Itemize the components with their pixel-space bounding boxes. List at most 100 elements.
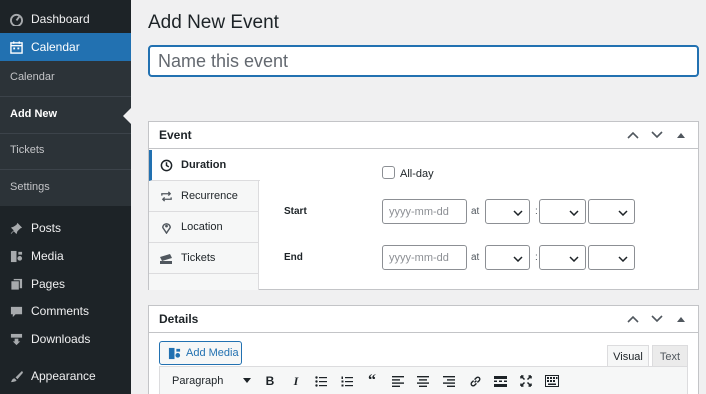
sidebar-item-label: Appearance [31, 369, 96, 383]
tab-duration[interactable]: Duration [149, 150, 260, 181]
clock-icon [159, 158, 173, 172]
page-title: Add New Event [148, 12, 279, 33]
tickets-icon [159, 251, 173, 265]
sidebar-item-media[interactable]: Media [0, 244, 131, 268]
format-select-value: Paragraph [172, 375, 224, 387]
event-meta-box: Event Duration Recurrence Location Ticke… [148, 121, 699, 290]
tab-label: Recurrence [181, 190, 238, 202]
move-down-icon[interactable] [650, 128, 664, 142]
allday-checkbox[interactable] [382, 166, 395, 179]
sidebar-item-label: Media [31, 249, 64, 263]
event-title-input[interactable] [148, 45, 699, 77]
blockquote-icon[interactable]: “ [363, 372, 381, 389]
sidebar-item-label: Downloads [31, 332, 91, 346]
read-more-icon[interactable] [491, 373, 509, 389]
align-center-icon[interactable] [414, 373, 432, 389]
italic-icon[interactable]: I [287, 373, 305, 389]
editor-toolbar: Paragraph B I “ [159, 366, 688, 394]
numbered-list-icon[interactable] [338, 373, 356, 389]
current-page-pointer [123, 108, 131, 124]
link-icon[interactable] [466, 373, 484, 389]
submenu-item-settings[interactable]: Settings [10, 181, 50, 193]
start-at-label: at [471, 206, 480, 217]
download-icon [9, 332, 23, 346]
move-up-icon[interactable] [626, 312, 640, 326]
submenu-item-add-new[interactable]: Add New [10, 108, 57, 120]
sidebar-item-calendar[interactable]: Calendar [0, 33, 131, 61]
start-label: Start [284, 206, 307, 217]
fullscreen-icon[interactable] [517, 373, 535, 389]
submenu-divider [0, 169, 131, 170]
start-colon: : [535, 206, 538, 217]
chevron-down-icon [513, 250, 523, 265]
tab-location[interactable]: Location [149, 212, 259, 243]
sidebar-item-dashboard[interactable]: Dashboard [0, 6, 131, 32]
media-icon [167, 346, 181, 360]
sidebar-item-posts[interactable]: Posts [0, 216, 131, 240]
tab-recurrence[interactable]: Recurrence [149, 181, 259, 212]
move-up-icon[interactable] [626, 128, 640, 142]
calendar-icon [9, 40, 23, 54]
toolbar-toggle-icon[interactable] [543, 373, 561, 389]
bulleted-list-icon[interactable] [312, 373, 330, 389]
end-hour-select[interactable] [485, 245, 530, 270]
allday-label: All-day [400, 168, 434, 180]
format-select[interactable]: Paragraph [163, 371, 255, 391]
sidebar-item-label: Calendar [31, 40, 80, 54]
sidebar-item-comments[interactable]: Comments [0, 299, 131, 323]
end-at-label: at [471, 252, 480, 263]
sidebar-item-label: Comments [31, 304, 90, 318]
details-box-title: Details [159, 312, 199, 326]
repeat-icon [159, 189, 173, 203]
chevron-down-icon [569, 204, 579, 219]
start-hour-select[interactable] [485, 199, 530, 224]
start-minute-select[interactable] [539, 199, 586, 224]
move-down-icon[interactable] [650, 312, 664, 326]
chevron-down-icon [618, 204, 628, 219]
end-colon: : [535, 252, 538, 263]
chevron-down-icon [618, 250, 628, 265]
box-controls [626, 312, 688, 326]
details-box-header: Details [149, 306, 698, 333]
end-date-input[interactable] [382, 245, 467, 270]
end-label: End [284, 252, 303, 263]
collapse-toggle-icon[interactable] [674, 128, 688, 142]
event-box-header: Event [149, 122, 698, 149]
pushpin-icon [9, 221, 23, 235]
paintbrush-icon [9, 369, 23, 383]
submenu-divider [0, 133, 131, 134]
sidebar-item-downloads[interactable]: Downloads [0, 327, 131, 351]
dashboard-icon [9, 12, 23, 26]
tab-label: Location [181, 221, 223, 233]
tab-label: Duration [181, 159, 227, 171]
tab-label: Tickets [181, 252, 216, 264]
collapse-toggle-icon[interactable] [674, 312, 688, 326]
start-date-input[interactable] [382, 199, 467, 224]
end-ampm-select[interactable] [588, 245, 635, 270]
sidebar-item-label: Posts [31, 221, 62, 235]
calendar-submenu: Calendar Add New Tickets Settings [0, 61, 131, 206]
tab-tickets[interactable]: Tickets [149, 243, 259, 274]
sidebar-item-label: Dashboard [31, 12, 90, 26]
chevron-down-icon [569, 250, 579, 265]
caret-down-icon [243, 378, 251, 383]
admin-sidebar: Dashboard Calendar Calendar Add New Tick… [0, 0, 131, 394]
sidebar-item-label: Pages [31, 277, 66, 291]
submenu-item-tickets[interactable]: Tickets [10, 144, 44, 156]
submenu-item-calendar[interactable]: Calendar [10, 71, 55, 83]
sidebar-item-appearance[interactable]: Appearance [0, 364, 131, 388]
bold-icon[interactable]: B [261, 373, 279, 389]
end-minute-select[interactable] [539, 245, 586, 270]
add-media-label: Add Media [186, 347, 239, 359]
comment-icon [9, 304, 23, 318]
box-controls [626, 128, 688, 142]
align-left-icon[interactable] [389, 373, 407, 389]
media-icon [9, 249, 23, 263]
sidebar-item-pages[interactable]: Pages [0, 272, 131, 296]
add-media-button[interactable]: Add Media [159, 341, 242, 365]
start-ampm-select[interactable] [588, 199, 635, 224]
align-right-icon[interactable] [440, 373, 458, 389]
location-pin-icon [159, 220, 173, 234]
event-tabs: Duration Recurrence Location Tickets [149, 150, 260, 290]
event-box-title: Event [159, 128, 192, 142]
